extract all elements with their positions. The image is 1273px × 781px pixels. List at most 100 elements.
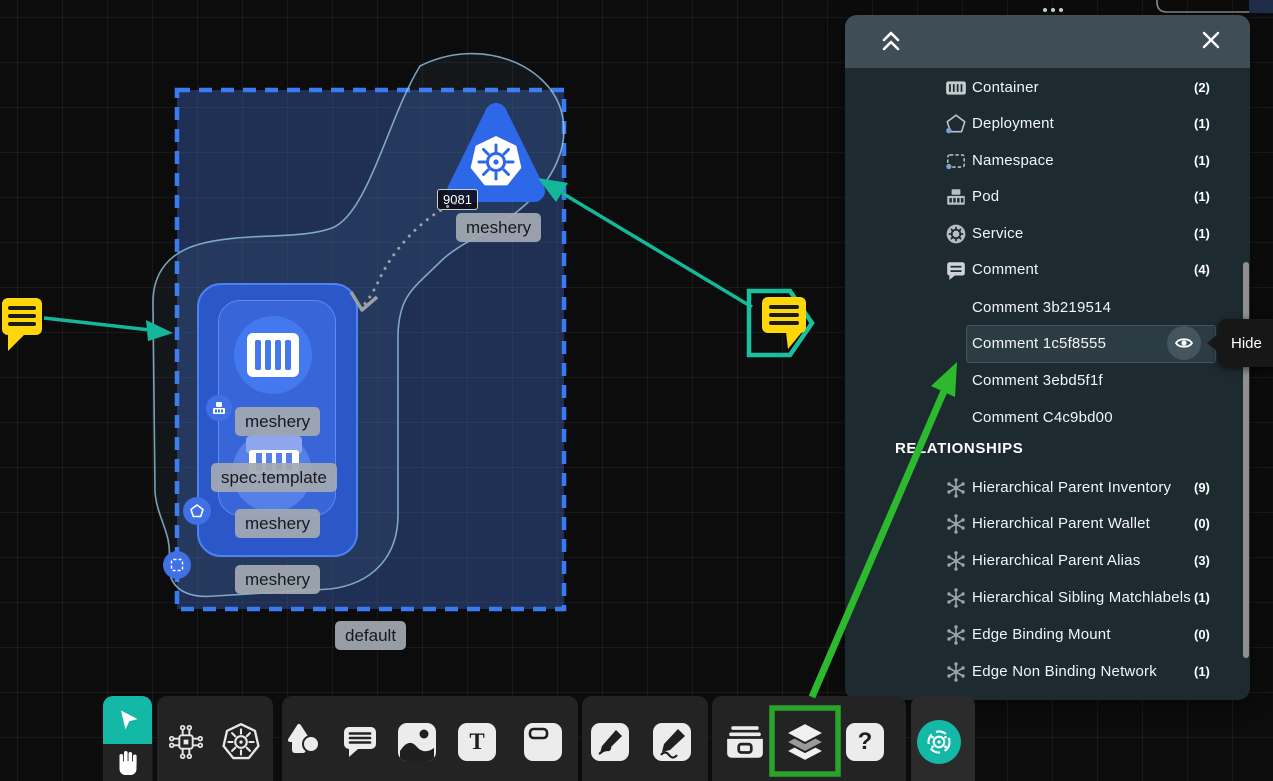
relationship-count: (9) [1194, 480, 1210, 495]
component-label: Deployment [972, 115, 1054, 132]
relationships-header: RELATIONSHIPS [895, 440, 1023, 457]
comment-tool-icon [341, 723, 379, 761]
relationship-label: Hierarchical Parent Inventory [972, 479, 1171, 496]
eye-icon [1174, 333, 1194, 353]
text-tool-button[interactable]: T [458, 723, 496, 761]
relationship-label: Edge Non Binding Network [972, 663, 1157, 680]
component-row-service[interactable]: Service (1) [845, 222, 1250, 246]
text-tool-glyph: T [458, 723, 496, 761]
visibility-toggle[interactable] [1167, 326, 1201, 360]
relationship-row[interactable]: Hierarchical Parent Alias (3) [845, 549, 1250, 573]
meshery-button[interactable] [917, 720, 961, 764]
pod-icon [945, 186, 967, 208]
panel-drag-dots[interactable] [1043, 8, 1063, 12]
comment-item[interactable]: Comment 3ebd5f1f [845, 369, 1250, 393]
component-row-container[interactable]: Container (2) [845, 76, 1250, 100]
tooltip-pointer [1207, 334, 1218, 352]
pen-tool-button[interactable] [591, 723, 629, 761]
corner-panel-fragment [1249, 0, 1273, 13]
relationship-count: (3) [1194, 553, 1210, 568]
relationship-count: (0) [1194, 516, 1210, 531]
image-tool-button[interactable] [398, 723, 436, 761]
namespace-icon [945, 150, 967, 172]
comment-item[interactable]: Comment 3b219514 [845, 296, 1250, 320]
comment-item-label: Comment 3b219514 [972, 299, 1111, 316]
left-comment-arrowhead [146, 320, 173, 341]
comment-node-left[interactable] [0, 296, 48, 354]
shapes-tool-button[interactable] [284, 722, 324, 762]
container-icon [945, 77, 967, 99]
service-icon [945, 223, 967, 245]
component-row-deployment[interactable]: Deployment (1) [845, 112, 1250, 136]
card-icon [524, 723, 562, 761]
relationship-label: Hierarchical Parent Alias [972, 552, 1140, 569]
component-count: (2) [1194, 80, 1210, 95]
relationship-row[interactable]: Hierarchical Parent Wallet (0) [845, 512, 1250, 536]
tooltip-text: Hide [1218, 335, 1262, 352]
relationship-icon [945, 477, 967, 499]
relationship-row[interactable]: Hierarchical Parent Inventory (9) [845, 476, 1250, 500]
comment-item-label: Comment 1c5f8555 [972, 335, 1106, 352]
comment-item-label: Comment C4c9bd00 [972, 409, 1113, 426]
component-tool-button[interactable] [165, 721, 207, 763]
relationship-count: (1) [1194, 664, 1210, 679]
design-canvas: 9081 meshery meshery spec.template meshe… [0, 0, 1273, 781]
relationship-icon [945, 550, 967, 572]
pencil-icon [653, 723, 691, 761]
comment-icon [945, 259, 967, 281]
kubernetes-icon [220, 721, 262, 763]
component-label: Namespace [972, 152, 1054, 169]
relationship-count: (0) [1194, 627, 1210, 642]
comment-node-selected[interactable] [742, 283, 822, 363]
cursor-icon [115, 707, 141, 733]
comment-tool-button[interactable] [340, 722, 380, 762]
hide-tooltip: Hide [1218, 319, 1273, 367]
component-count: (1) [1194, 116, 1210, 131]
help-glyph: ? [846, 723, 884, 761]
comment-item-label: Comment 3ebd5f1f [972, 372, 1103, 389]
component-row-pod[interactable]: Pod (1) [845, 185, 1250, 209]
right-comment-arrowhead [538, 178, 568, 202]
close-icon[interactable] [1201, 30, 1221, 50]
relationship-icon [945, 624, 967, 646]
shapes-icon [285, 723, 323, 761]
meshery-logo-icon [922, 725, 956, 759]
component-label: Service [972, 225, 1023, 242]
hand-icon [113, 746, 143, 780]
component-label: Pod [972, 188, 999, 205]
kubernetes-tool-button[interactable] [219, 720, 263, 764]
deployment-icon [945, 113, 967, 135]
drawer-tool-button[interactable] [723, 720, 767, 764]
panel-header [845, 15, 1250, 68]
component-row-comment[interactable]: Comment (4) [845, 258, 1250, 282]
pan-tool-button[interactable] [103, 744, 152, 781]
relationship-row[interactable]: Edge Binding Mount (0) [845, 623, 1250, 647]
component-count: (4) [1194, 262, 1210, 277]
component-row-namespace[interactable]: Namespace (1) [845, 149, 1250, 173]
collapse-icon[interactable] [879, 29, 903, 53]
component-label: Comment [972, 261, 1038, 278]
comment-item-selected[interactable]: Comment 1c5f8555 [845, 332, 1250, 356]
pencil-tool-button[interactable] [653, 723, 691, 761]
card-tool-button[interactable] [524, 723, 562, 761]
relationship-label: Hierarchical Parent Wallet [972, 515, 1150, 532]
relationship-label: Edge Binding Mount [972, 626, 1111, 643]
elements-panel: Container (2) Deployment (1) Namespace (… [845, 15, 1250, 700]
pen-arrow-icon [591, 723, 629, 761]
relationship-count: (1) [1194, 590, 1210, 605]
relationship-icon [945, 513, 967, 535]
component-count: (1) [1194, 153, 1210, 168]
relationship-row[interactable]: Edge Non Binding Network (1) [845, 660, 1250, 684]
comment-item[interactable]: Comment C4c9bd00 [845, 406, 1250, 430]
layers-tool-button[interactable] [783, 719, 827, 765]
image-icon [398, 723, 436, 761]
help-tool-button[interactable]: ? [846, 723, 884, 761]
component-count: (1) [1194, 226, 1210, 241]
relationship-label: Hierarchical Sibling Matchlabels [972, 589, 1191, 606]
relationship-row[interactable]: Hierarchical Sibling Matchlabels (1) [845, 586, 1250, 610]
select-tool-button[interactable] [103, 696, 152, 744]
component-label: Container [972, 79, 1039, 96]
component-count: (1) [1194, 189, 1210, 204]
relationship-icon [945, 661, 967, 683]
dotted-edge-arrowhead [351, 292, 377, 310]
